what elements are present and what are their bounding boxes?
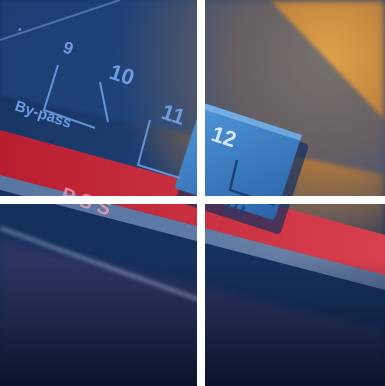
grid-divider-vertical [197, 0, 205, 386]
photo-collage: · 9 10 By-pass 11 12 P S S [0, 0, 385, 386]
grid-divider-horizontal [0, 196, 385, 204]
control-panel-photo: · 9 10 By-pass 11 12 P S S [0, 0, 385, 386]
